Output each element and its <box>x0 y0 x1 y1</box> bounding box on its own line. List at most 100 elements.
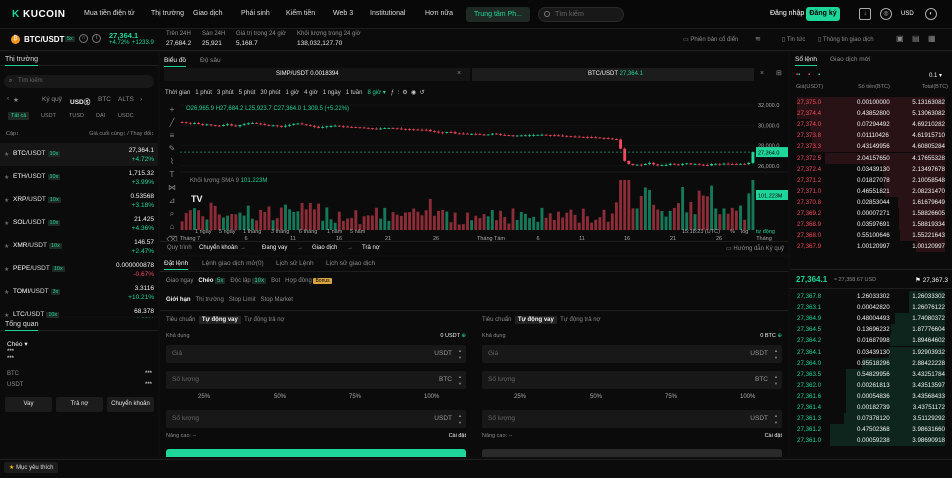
tab-open-orders[interactable]: Lệnh giao dịch mở(0) <box>202 260 264 267</box>
layout-icon[interactable]: ▣ <box>896 34 904 43</box>
pct-75[interactable]: 75% <box>665 394 677 400</box>
favorites-button[interactable]: ★ Mục yêu thích <box>4 462 59 473</box>
market-search-input[interactable]: ⌕ Tìm kiếm <box>4 75 154 88</box>
settings-icon[interactable]: ⚙ <box>402 90 407 96</box>
market-row[interactable]: ★ BTC/USDT 10x 27,364.1 +4.72% <box>0 143 158 166</box>
add-funds-icon[interactable]: ⊕ <box>777 333 782 339</box>
stepper-icon[interactable]: ▲ ▼ <box>457 412 463 426</box>
filter-usdt[interactable]: USDT <box>41 113 56 119</box>
margin-guide-link[interactable]: ▭ Hướng dẫn Ký quỹ <box>726 245 784 252</box>
interval-1w[interactable]: 1 tuần <box>346 90 363 96</box>
market-row[interactable]: ★ XRP/USDT 10x 0.53568 +3.18% <box>0 189 158 212</box>
star-icon[interactable]: ☆ <box>79 34 88 43</box>
crosshair-icon[interactable]: + <box>165 103 179 116</box>
range-5d[interactable]: 5 ngày <box>219 229 236 235</box>
price-input[interactable]: Giá USDT ▲ ▼ <box>166 345 466 363</box>
pct-75[interactable]: 75% <box>349 394 361 400</box>
log-toggle[interactable]: log <box>741 229 748 235</box>
stepper-icon[interactable]: ▲ ▼ <box>773 412 779 426</box>
total-input[interactable]: Số lượng USDT ▲ ▼ <box>166 410 466 428</box>
market-row[interactable]: ★ PEPE/USDT 10x 0.000000878 -0.67% <box>0 258 158 281</box>
sell-submit-button[interactable] <box>482 449 782 457</box>
subtab-auto-repay[interactable]: Tự động trả nợ <box>560 317 600 323</box>
zoom-icon[interactable]: ⌕ <box>165 207 179 220</box>
interval-1d[interactable]: 1 ngày <box>323 90 341 96</box>
range-5y[interactable]: 5 năm <box>350 229 365 235</box>
candle-type-icon[interactable]: ⫶ <box>397 90 399 96</box>
ask-row[interactable]: 27,369.2 0.00007271 1.58826605 <box>795 208 945 219</box>
ask-row[interactable]: 27,374.0 0.07294492 4.69210282 <box>795 119 945 131</box>
tab-scroll-right-icon[interactable]: › <box>140 96 142 103</box>
ruler-icon[interactable]: ⊿ <box>165 194 179 207</box>
range-1y[interactable]: 1 năm <box>327 229 342 235</box>
tab-depth[interactable]: Độ sâu <box>200 57 221 64</box>
bid-row[interactable]: 27,363.5 0.54829956 3.43251784 <box>795 368 945 380</box>
nav-trade[interactable]: Giao dịch <box>193 10 223 17</box>
market-row[interactable]: ★ XMR/USDT 10x 146.57 +2.47% <box>0 235 158 258</box>
ask-row[interactable]: 27,373.3 0.43149956 4.60805284 <box>795 141 945 153</box>
bid-row[interactable]: 27,364.5 0.13696232 1.87776604 <box>795 324 945 336</box>
fib-icon[interactable]: ≡ <box>165 129 179 142</box>
tab-chart[interactable]: Biểu đồ <box>164 57 187 67</box>
measure-icon[interactable]: ⋈ <box>165 181 179 194</box>
col-price-change[interactable]: Giá cuối cùng↕ / Thay đổi↕ <box>89 131 154 137</box>
bid-row[interactable]: 27,361.4 0.00182739 3.43751172 <box>795 402 945 413</box>
interval-1m[interactable]: 1 phút <box>195 90 212 96</box>
tab-favorites-icon[interactable]: ★ <box>13 96 19 104</box>
view-bids-icon[interactable]: ▪ <box>818 72 820 78</box>
tab-order-history[interactable]: Lịch sử Lệnh <box>276 260 314 267</box>
view-both-icon[interactable]: ▪▪ <box>796 72 800 78</box>
ask-row[interactable]: 27,374.4 0.43852800 5.13063082 <box>795 108 945 120</box>
subtab-auto-borrow[interactable]: Tự động vay <box>514 316 557 324</box>
bid-row[interactable]: 27,363.1 0.00042820 1.26076122 <box>795 302 945 314</box>
ask-row[interactable]: 27,367.9 1.00120997 1.00120997 <box>795 241 945 253</box>
tab-place-order[interactable]: Đặt lệnh <box>164 260 189 270</box>
flow-repay[interactable]: Trả nợ <box>362 245 380 251</box>
col-pair[interactable]: Cặp↕ <box>6 131 19 137</box>
margin-mode-select[interactable]: Chéo ▾ <box>7 340 28 348</box>
percent-slider[interactable]: 25% 50% 75% 100% <box>166 394 466 403</box>
subtab-standard[interactable]: Tiêu chuẩn <box>482 317 511 323</box>
classic-version-link[interactable]: ▭ Phiên bản cổ điển <box>683 36 738 43</box>
auto-toggle[interactable]: tự động <box>756 229 775 235</box>
subtab-auto-borrow[interactable]: Tự động vay <box>198 316 241 324</box>
register-button[interactable]: Đăng ký <box>806 7 840 21</box>
star-icon[interactable]: ★ <box>4 220 9 227</box>
info-icon[interactable]: i <box>92 34 101 43</box>
star-icon[interactable]: ★ <box>4 151 9 158</box>
ask-row[interactable]: 27,368.9 0.03597691 1.58819334 <box>795 219 945 231</box>
settings-link[interactable]: Cài đặt <box>765 433 782 439</box>
trade-info-link[interactable]: ▯ Thông tin giao dịch <box>818 36 874 43</box>
stepper-icon[interactable]: ▲ ▼ <box>457 373 463 387</box>
amount-input[interactable]: Số lượng BTC ▲ ▼ <box>482 371 782 389</box>
nav-more[interactable]: Hơn nữa <box>425 10 453 17</box>
bid-row[interactable]: 27,361.2 0.47502368 3.98631660 <box>795 424 945 436</box>
interval-4h[interactable]: 4 giờ <box>304 90 318 96</box>
text-icon[interactable]: T <box>165 168 179 181</box>
advanced-label[interactable]: Nâng cao: -- <box>166 433 196 439</box>
interval-5m[interactable]: 5 phút <box>239 90 256 96</box>
ask-row[interactable]: 27,371.2 0.01827078 2.10058548 <box>795 174 945 186</box>
tab-alts[interactable]: ALTS <box>118 96 134 103</box>
total-input[interactable]: Số lượng USDT ▲ ▼ <box>482 410 782 428</box>
mode-futures[interactable]: Hợp đồng <box>285 278 312 284</box>
undo-icon[interactable]: ↺ <box>420 90 425 96</box>
pair-title[interactable]: BTC/USDT <box>24 35 64 44</box>
star-icon[interactable]: ★ <box>4 266 9 273</box>
pct-50[interactable]: 50% <box>590 394 602 400</box>
star-icon[interactable]: ★ <box>4 174 9 181</box>
nav-buy-crypto[interactable]: Mua tiền điện tử <box>84 10 135 17</box>
bid-row[interactable]: 27,367.8 1.26033302 1.26033302 <box>795 291 945 302</box>
tab-btc[interactable]: BTC <box>98 96 111 103</box>
currency-selector[interactable]: USD <box>901 11 914 17</box>
ask-row[interactable]: 27,372.4 0.03439130 2.13497678 <box>795 163 945 175</box>
market-row[interactable]: ★ TOMI/USDT 3x 3.3116 +10.21% <box>0 281 158 304</box>
mode-cross[interactable]: Chéo <box>198 278 213 284</box>
subtab-standard[interactable]: Tiêu chuẩn <box>166 317 195 323</box>
interval-3m[interactable]: 3 phút <box>217 90 234 96</box>
filter-tusd[interactable]: TUSD <box>69 113 84 119</box>
interval-30m[interactable]: 30 phút <box>260 90 280 96</box>
range-3m[interactable]: 3 tháng <box>271 229 289 235</box>
flow-transfer[interactable]: Chuyển khoản <box>199 245 238 251</box>
news-link[interactable]: ▯ Tin tức <box>782 36 805 43</box>
